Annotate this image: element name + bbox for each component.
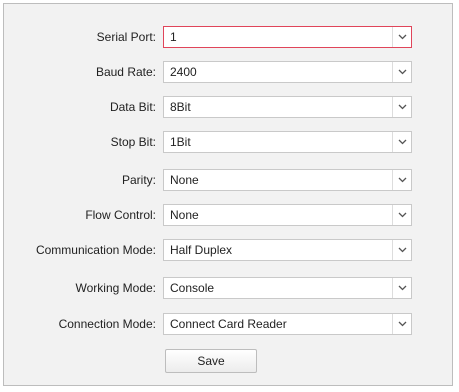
chevron-down-icon [392,62,411,82]
connection-mode-value: Connect Card Reader [170,317,287,331]
chevron-down-icon [392,27,411,47]
working-mode-select[interactable]: Console [163,277,412,299]
data-bit-row: Data Bit: 8Bit [4,96,452,118]
serial-port-value: 1 [170,30,177,44]
parity-row: Parity: None [4,169,452,191]
connection-mode-select[interactable]: Connect Card Reader [163,313,412,335]
working-mode-value: Console [170,281,215,295]
serial-port-label: Serial Port: [96,30,156,44]
working-mode-label: Working Mode: [75,281,156,295]
chevron-down-icon [392,278,411,298]
data-bit-value: 8Bit [170,100,191,114]
flow-control-label: Flow Control: [85,208,156,222]
serial-port-row: Serial Port: 1 [4,26,452,48]
communication-mode-select[interactable]: Half Duplex [163,239,412,261]
baud-rate-row: Baud Rate: 2400 [4,61,452,83]
chevron-down-icon [392,240,411,260]
serial-port-select[interactable]: 1 [163,26,412,48]
chevron-down-icon [392,97,411,117]
connection-mode-label: Connection Mode: [58,317,156,331]
chevron-down-icon [392,314,411,334]
serial-settings-panel: Serial Port: 1 Baud Rate: 2400 Data Bit:… [3,3,453,386]
chevron-down-icon [392,170,411,190]
flow-control-select[interactable]: None [163,204,412,226]
baud-rate-label: Baud Rate: [95,65,156,79]
communication-mode-label: Communication Mode: [35,243,156,257]
stop-bit-value: 1Bit [170,135,191,149]
stop-bit-label: Stop Bit: [110,135,156,149]
parity-select[interactable]: None [163,169,412,191]
baud-rate-select[interactable]: 2400 [163,61,412,83]
data-bit-label: Data Bit: [109,100,156,114]
communication-mode-value: Half Duplex [170,243,233,257]
flow-control-value: None [170,208,199,222]
save-button[interactable]: Save [165,349,257,373]
flow-control-row: Flow Control: None [4,204,452,226]
baud-rate-value: 2400 [170,65,197,79]
communication-mode-row: Communication Mode: Half Duplex [4,239,452,261]
connection-mode-row: Connection Mode: Connect Card Reader [4,313,452,335]
parity-value: None [170,173,199,187]
working-mode-row: Working Mode: Console [4,277,452,299]
stop-bit-row: Stop Bit: 1Bit [4,131,452,153]
stop-bit-select[interactable]: 1Bit [163,131,412,153]
parity-label: Parity: [121,173,156,187]
data-bit-select[interactable]: 8Bit [163,96,412,118]
chevron-down-icon [392,205,411,225]
chevron-down-icon [392,132,411,152]
